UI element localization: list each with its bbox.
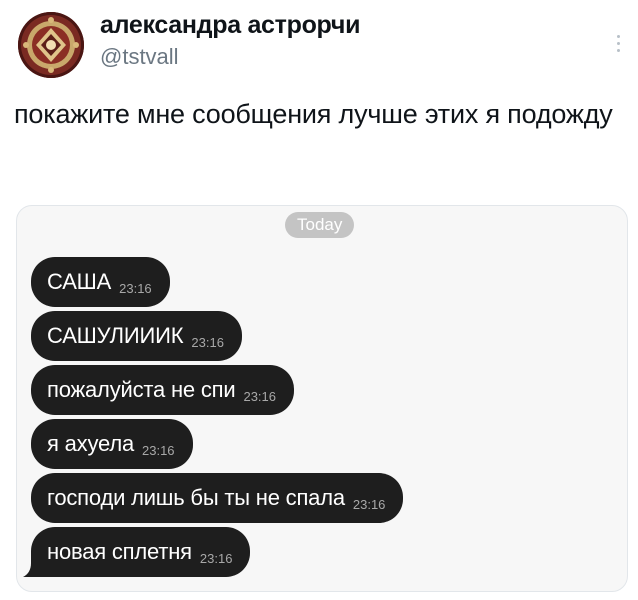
more-dot [616, 34, 620, 38]
message-text: САША [47, 269, 112, 294]
message-bubble: я ахуела 23:16 [31, 419, 193, 469]
message-text: пожалуйста не спи [47, 377, 236, 402]
message-time: 23:16 [142, 443, 175, 458]
message-bubble: господи лишь бы ты не спала 23:16 [31, 473, 404, 523]
message-bubble: пожалуйста не спи 23:16 [31, 365, 295, 415]
message-bubble: САШУЛИИИК 23:16 [31, 311, 242, 361]
message-text: САШУЛИИИК [47, 323, 184, 348]
tweet-text: покажите мне сообщения лучше этих я подо… [14, 99, 613, 129]
message-time: 23:16 [352, 497, 386, 512]
patterned-carpet-avatar-icon [18, 12, 84, 78]
more-options-icon[interactable] [608, 28, 628, 58]
message-text: я ахуела [47, 431, 134, 456]
bubble-tail-icon [23, 563, 39, 577]
message-text: новая сплетня [47, 539, 192, 564]
tweet-header: александра астрорчи @tstvall [18, 10, 628, 80]
author-names: александра астрорчи @tstvall [100, 10, 360, 72]
message-bubble-last: новая сплетня 23:16 [23, 527, 251, 577]
message-text: господи лишь бы ты не спала [47, 485, 345, 510]
avatar[interactable] [18, 12, 84, 78]
date-pill: Today [285, 212, 355, 238]
user-handle[interactable]: @tstvall [100, 42, 360, 72]
message-time: 23:16 [119, 281, 152, 296]
message-time: 23:16 [199, 551, 233, 566]
more-dot [616, 41, 620, 45]
message-bubble: САША 23:16 [31, 257, 170, 307]
message-time: 23:16 [243, 389, 277, 404]
display-name[interactable]: александра астрорчи [100, 10, 360, 40]
message-time: 23:16 [191, 335, 224, 350]
more-dot [616, 48, 620, 52]
tweet-media-chat-screenshot[interactable]: Today САША 23:16 САШУЛИИИК 23:16 пожалуйст… [16, 205, 628, 592]
message-list: САША 23:16 САШУЛИИИК 23:16 пожалуйста не с… [23, 257, 404, 581]
